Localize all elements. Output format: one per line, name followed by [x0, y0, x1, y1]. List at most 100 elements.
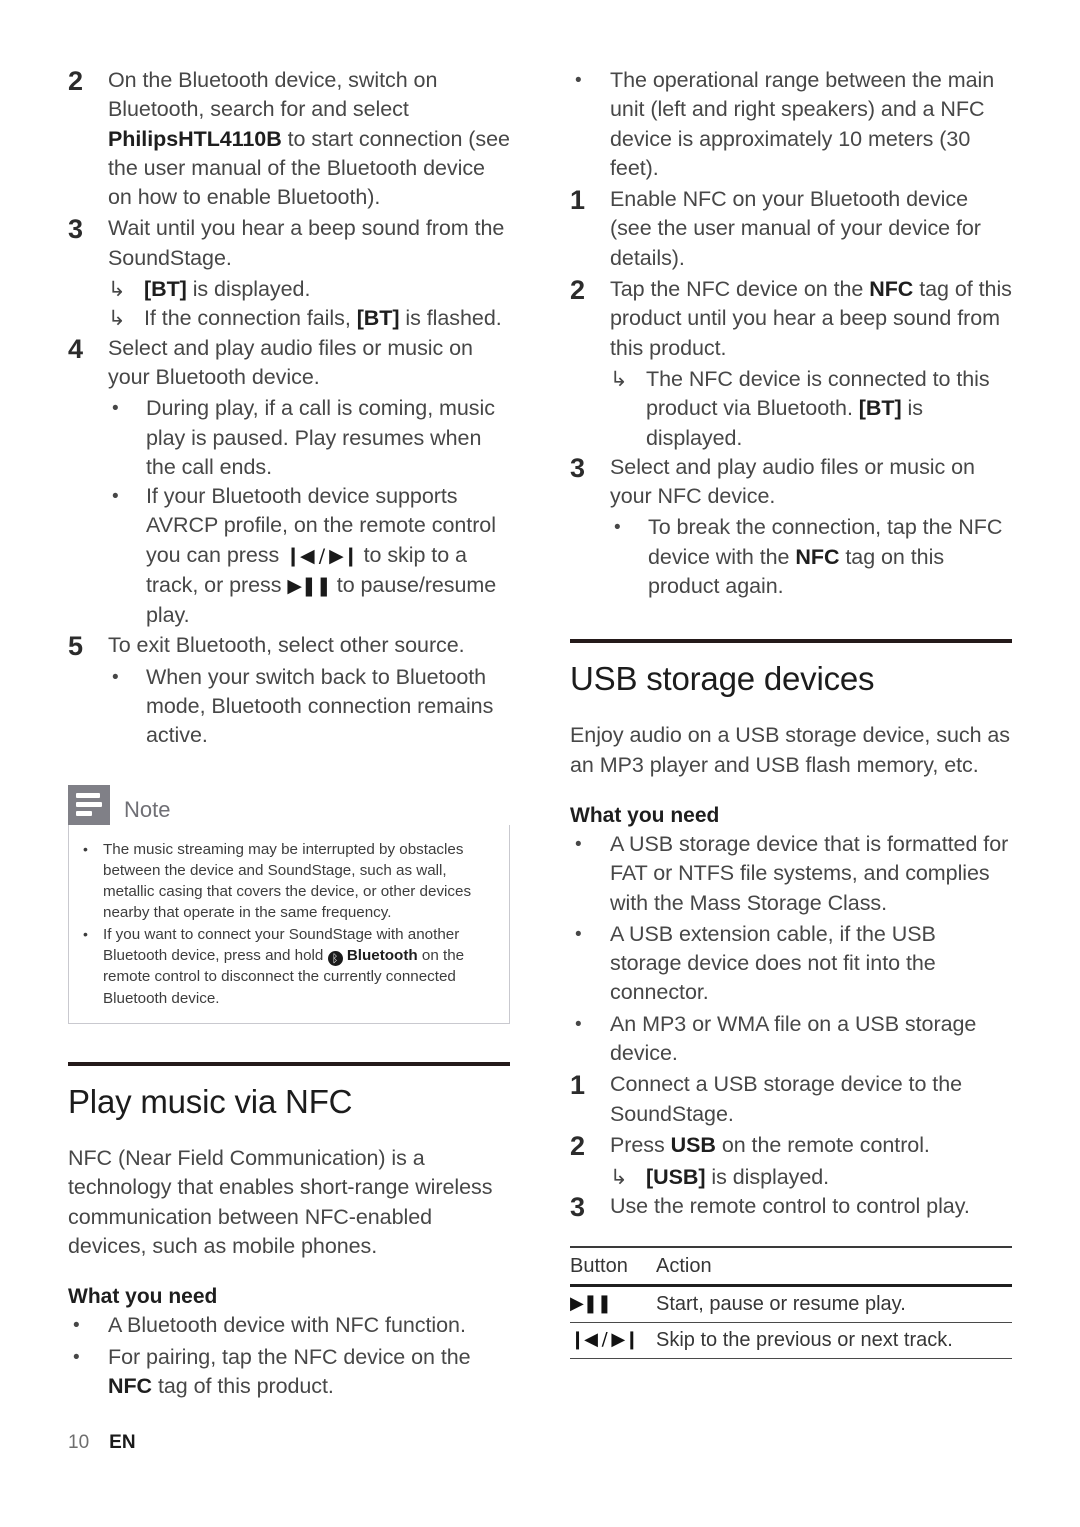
column-header-button: Button [570, 1246, 656, 1288]
emphasis-text: [USB] [646, 1164, 706, 1189]
note-box: Note • The music streaming may be interru… [68, 784, 510, 1024]
note-list-item: • If you want to connect your SoundStage … [83, 924, 493, 1009]
step-number: 4 [68, 333, 84, 364]
note-text: The music streaming may be interrupted b… [103, 840, 472, 922]
step-sub-bullet: • To break the connection, tap the NFC de… [610, 513, 1012, 601]
numbered-step: 1 Enable NFC on your Bluetooth device (se… [570, 185, 1012, 273]
bullet-icon: • [112, 398, 119, 420]
step-number: 5 [68, 630, 84, 661]
section-rule [570, 639, 1012, 644]
step-result-text: If the connection fails, [BT] is flashed… [144, 306, 502, 331]
bullet-text: A USB extension cable, if the USB storag… [610, 921, 936, 1005]
step-text: Select and play audio files or music on … [108, 335, 473, 389]
table-body: ▶❚❚ Start, pause or resume play. ❙◀ / ▶❙ Sk… [570, 1285, 1012, 1360]
bullet-icon: • [73, 1315, 80, 1337]
bluetooth-icon: ᛒ [327, 951, 343, 967]
arrow-icon: ↳ [108, 278, 126, 302]
usb-steps-list: 1 Connect a USB storage device to the Sou… [570, 1070, 1012, 1222]
step-number: 2 [570, 1130, 586, 1161]
page-title-usb: USB storage devices [570, 660, 875, 698]
emphasis-text: Bluetooth [342, 947, 418, 965]
step-sub-text: If your Bluetooth device supports AVRCP … [146, 484, 497, 628]
nfc-steps-list: 1 Enable NFC on your Bluetooth device (se… [570, 185, 1012, 601]
step-text: Press USB on the remote control. [610, 1132, 930, 1157]
remote-control-button-table: Button Action ▶❚❚ Start, pause or resume … [570, 1246, 1012, 1360]
nfc-range-bullet: • The operational range between the main … [570, 66, 1012, 183]
note-title: Note [124, 796, 171, 822]
cell-action: Skip to the previous or next track. [656, 1322, 1012, 1360]
arrow-icon: ↳ [610, 1165, 628, 1189]
emphasis-text: NFC [869, 277, 914, 302]
numbered-step: 1 Connect a USB storage device to the Sou… [570, 1070, 1012, 1129]
bullet-text: An MP3 or WMA file on a USB storage devi… [610, 1011, 977, 1066]
table-header-row: Button Action [570, 1246, 1012, 1288]
nfc-requirements-list: • A Bluetooth device with NFC function. • F… [68, 1311, 510, 1402]
bullet-icon: • [575, 1013, 582, 1035]
step-result-arrow: ↳ The NFC device is connected to this pro… [610, 365, 1012, 453]
section-usb-storage-devices: USB storage devices Enjoy audio on a USB… [570, 639, 1012, 1360]
emphasis-text: [BT] [144, 277, 187, 302]
bullet-icon: • [575, 70, 582, 91]
usb-intro-text: Enjoy audio on a USB storage device, suc… [570, 723, 1011, 777]
step-text: Enable NFC on your Bluetooth device (see… [610, 187, 981, 270]
page-footer: 10 EN [68, 1432, 136, 1454]
page-title-nfc: Play music via NFC [68, 1082, 353, 1120]
bullet-icon: • [575, 923, 582, 945]
cell-button: ▶❚❚ [570, 1285, 656, 1324]
step-sub-text: To break the connection, tap the NFC dev… [648, 515, 1003, 599]
what-you-need-heading-nfc: What you need [68, 1285, 218, 1309]
step-sub-text: When your switch back to Bluetooth mode,… [146, 664, 494, 748]
usb-requirement-item: • A USB storage device that is formatted … [570, 830, 1012, 918]
cell-action: Start, pause or resume play. [656, 1285, 1012, 1324]
arrow-icon: ↳ [610, 367, 628, 391]
usb-requirement-item: • A USB extension cable, if the USB stora… [570, 920, 1012, 1008]
bullet-text: A Bluetooth device with NFC function. [108, 1313, 466, 1338]
transport-glyph: ▶❚❚ [287, 575, 331, 598]
page-number: 10 [68, 1432, 90, 1453]
note-icon [68, 784, 110, 825]
bullet-icon: • [73, 1347, 80, 1369]
numbered-step: 4 Select and play audio files or music on… [68, 334, 510, 393]
right-column: • The operational range between the main … [570, 66, 1012, 1360]
step-number: 2 [570, 275, 586, 306]
step-number: 3 [68, 214, 84, 245]
step-result-text: [USB] is displayed. [646, 1164, 830, 1189]
nfc-intro-text: NFC (Near Field Communication) is a tech… [68, 1145, 493, 1258]
left-column: 2 On the Bluetooth device, switch on Blue… [68, 66, 510, 1404]
step-result-arrow: ↳ If the connection fails, [BT] is flashe… [108, 304, 510, 333]
cell-button: ❙◀ / ▶❙ [570, 1322, 656, 1360]
nfc-requirement-item: • A Bluetooth device with NFC function. [68, 1311, 510, 1341]
numbered-step: 2 Press USB on the remote control. [570, 1131, 1012, 1161]
bullet-icon: • [112, 666, 119, 688]
step-text: Use the remote control to control play. [610, 1194, 970, 1219]
step-sub-bullet: • When your switch back to Bluetooth mode… [108, 663, 510, 751]
numbered-step: 3 Select and play audio files or music on… [570, 453, 1012, 512]
step-number: 3 [570, 1192, 586, 1223]
arrow-icon: ↳ [108, 307, 126, 331]
table-head: Button Action [570, 1246, 1012, 1288]
column-header-action: Action [656, 1246, 1012, 1288]
emphasis-text: NFC [108, 1374, 153, 1399]
bullet-text: The operational range between the main u… [610, 68, 995, 180]
step-number: 1 [570, 185, 586, 216]
step-text: Connect a USB storage device to the Soun… [610, 1072, 963, 1126]
step-text: Tap the NFC device on the NFC tag of thi… [610, 277, 1012, 360]
step-result-arrow: ↳ [USB] is displayed. [610, 1163, 1012, 1192]
table-row: ▶❚❚ Start, pause or resume play. [570, 1285, 1012, 1324]
step-number: 2 [68, 66, 84, 96]
bullet-text: For pairing, tap the NFC device on the N… [108, 1345, 471, 1399]
emphasis-text: PhilipsHTL4110B [108, 126, 282, 151]
bullet-icon: • [83, 925, 88, 942]
usb-requirement-item: • An MP3 or WMA file on a USB storage dev… [570, 1010, 1012, 1069]
section-play-music-via-nfc: Play music via NFC NFC (Near Field Commu… [68, 1061, 510, 1402]
step-text: On the Bluetooth device, switch on Bluet… [108, 68, 510, 210]
note-list-item: • The music streaming may be interrupted … [83, 839, 493, 924]
step-sub-bullet: • If your Bluetooth device supports AVRCP… [108, 482, 510, 630]
note-body: • The music streaming may be interrupted … [68, 824, 510, 1024]
emphasis-text: [BT] [858, 396, 902, 421]
nfc-requirement-item: • For pairing, tap the NFC device on the … [68, 1343, 510, 1402]
step-result-text: The NFC device is connected to this prod… [646, 366, 990, 450]
bullet-icon: • [614, 517, 621, 539]
emphasis-text: USB [670, 1132, 716, 1157]
numbered-step: 2 Tap the NFC device on the NFC tag of th… [570, 275, 1012, 363]
